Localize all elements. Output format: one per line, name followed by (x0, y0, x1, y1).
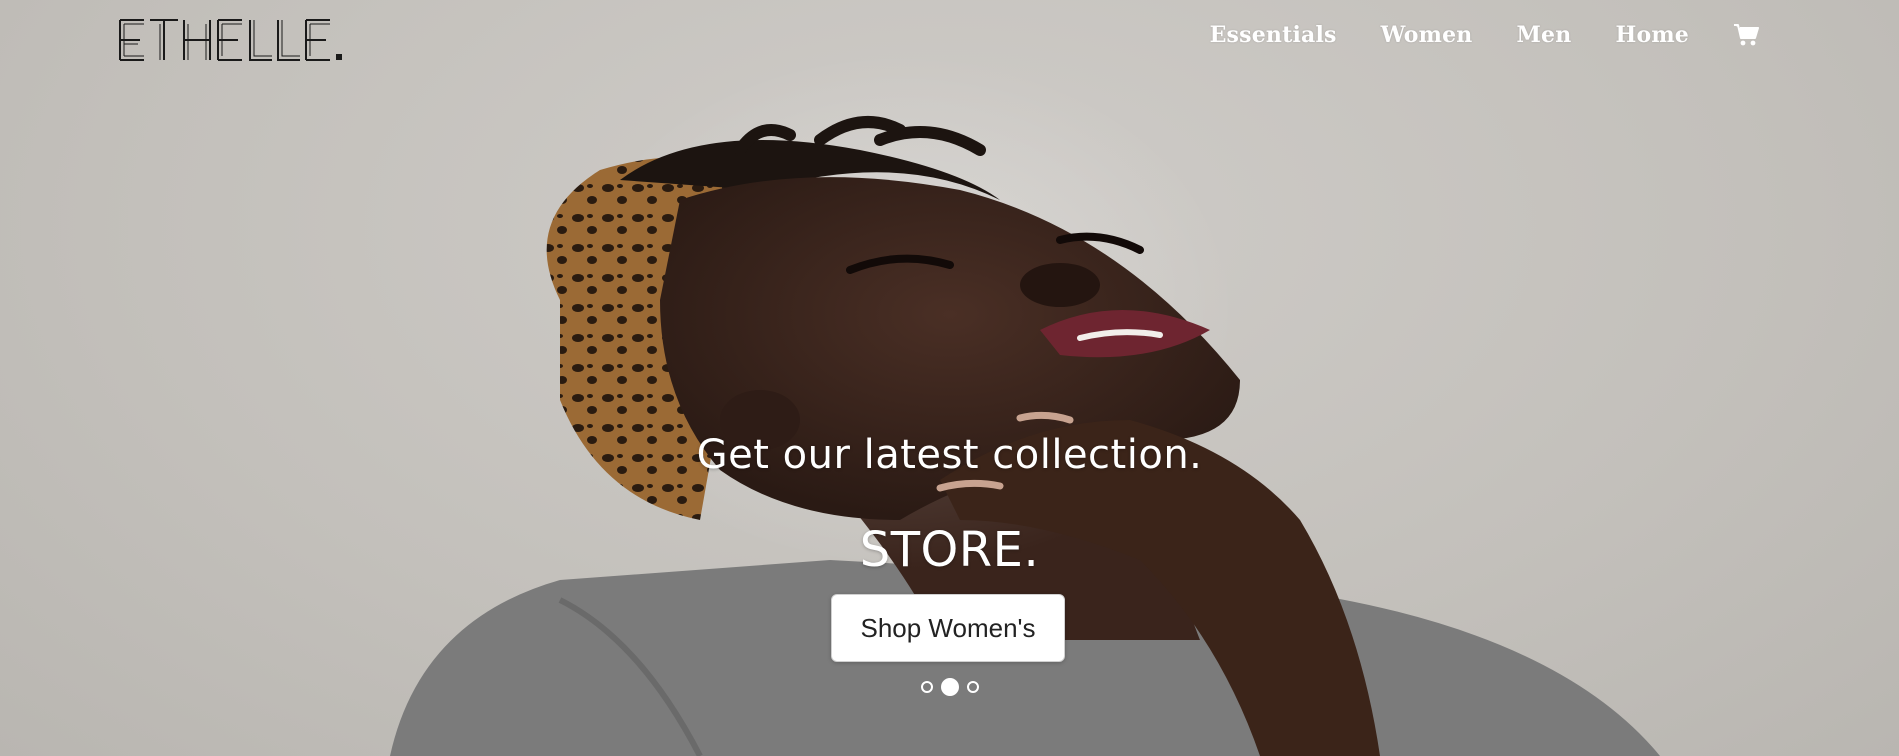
hero-headline: Get our latest collection. (696, 432, 1203, 478)
nav-link-men[interactable]: Men (1517, 22, 1572, 48)
primary-nav: Essentials Women Men Home (1210, 22, 1759, 48)
navbar: Essentials Women Men Home (0, 0, 1899, 80)
carousel-dot-1[interactable] (920, 681, 933, 693)
carousel-dot-3[interactable] (966, 681, 979, 693)
nav-link-essentials[interactable]: Essentials (1210, 22, 1337, 48)
carousel-indicators (0, 678, 1899, 696)
nav-link-women[interactable]: Women (1381, 22, 1473, 48)
hero-carousel: Essentials Women Men Home Get our latest… (0, 0, 1899, 756)
brand-logo[interactable] (116, 14, 348, 66)
nav-link-home[interactable]: Home (1615, 22, 1689, 48)
carousel-dot-2[interactable] (940, 678, 959, 696)
hero-subheadline: STORE. (859, 522, 1040, 578)
shopping-cart-icon[interactable] (1733, 23, 1759, 47)
shop-womens-button[interactable]: Shop Women's (831, 594, 1065, 662)
